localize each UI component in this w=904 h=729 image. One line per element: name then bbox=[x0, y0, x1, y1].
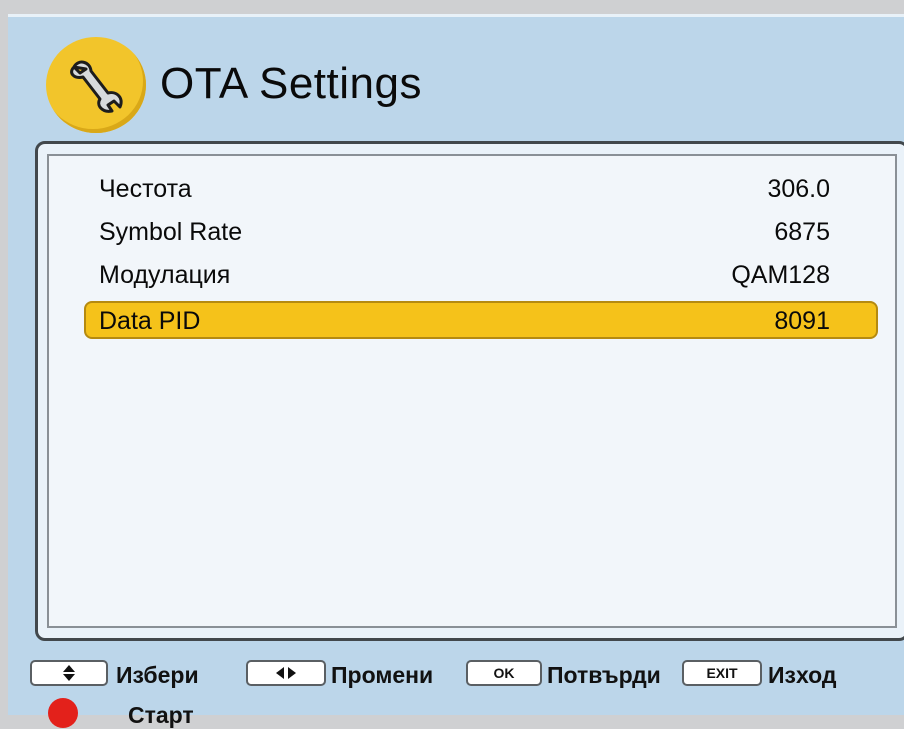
setting-label: Честота bbox=[99, 175, 192, 203]
ota-settings-screen: OTA Settings Честота 306.0 Symbol Rate 6… bbox=[8, 14, 904, 728]
wrench-icon bbox=[46, 37, 146, 133]
up-down-arrows-icon[interactable] bbox=[30, 660, 108, 686]
setting-value: 6875 bbox=[774, 218, 830, 246]
setting-value: 8091 bbox=[774, 307, 830, 335]
exit-key[interactable]: EXIT bbox=[682, 660, 762, 686]
left-right-arrows-icon[interactable] bbox=[246, 660, 326, 686]
setting-row-data-pid[interactable]: Data PID 8091 bbox=[84, 301, 878, 339]
setting-row-modulation[interactable]: Модулация QAM128 bbox=[84, 255, 878, 293]
setting-value: QAM128 bbox=[731, 261, 830, 289]
setting-row-frequency[interactable]: Честота 306.0 bbox=[84, 169, 878, 207]
setting-label: Data PID bbox=[99, 307, 201, 335]
setting-label: Модулация bbox=[99, 261, 231, 289]
change-hint-label: Промени bbox=[331, 662, 434, 688]
confirm-hint-label: Потвърди bbox=[547, 662, 661, 688]
page-title: OTA Settings bbox=[160, 59, 422, 108]
setting-label: Symbol Rate bbox=[99, 218, 243, 246]
red-button-icon[interactable] bbox=[48, 698, 78, 728]
setting-value: 306.0 bbox=[767, 175, 830, 203]
start-hint-label: Старт bbox=[128, 702, 194, 728]
setting-row-symbol-rate[interactable]: Symbol Rate 6875 bbox=[84, 212, 878, 250]
exit-hint-label: Изход bbox=[768, 662, 837, 688]
select-hint-label: Избери bbox=[116, 662, 199, 688]
ok-key[interactable]: OK bbox=[466, 660, 542, 686]
